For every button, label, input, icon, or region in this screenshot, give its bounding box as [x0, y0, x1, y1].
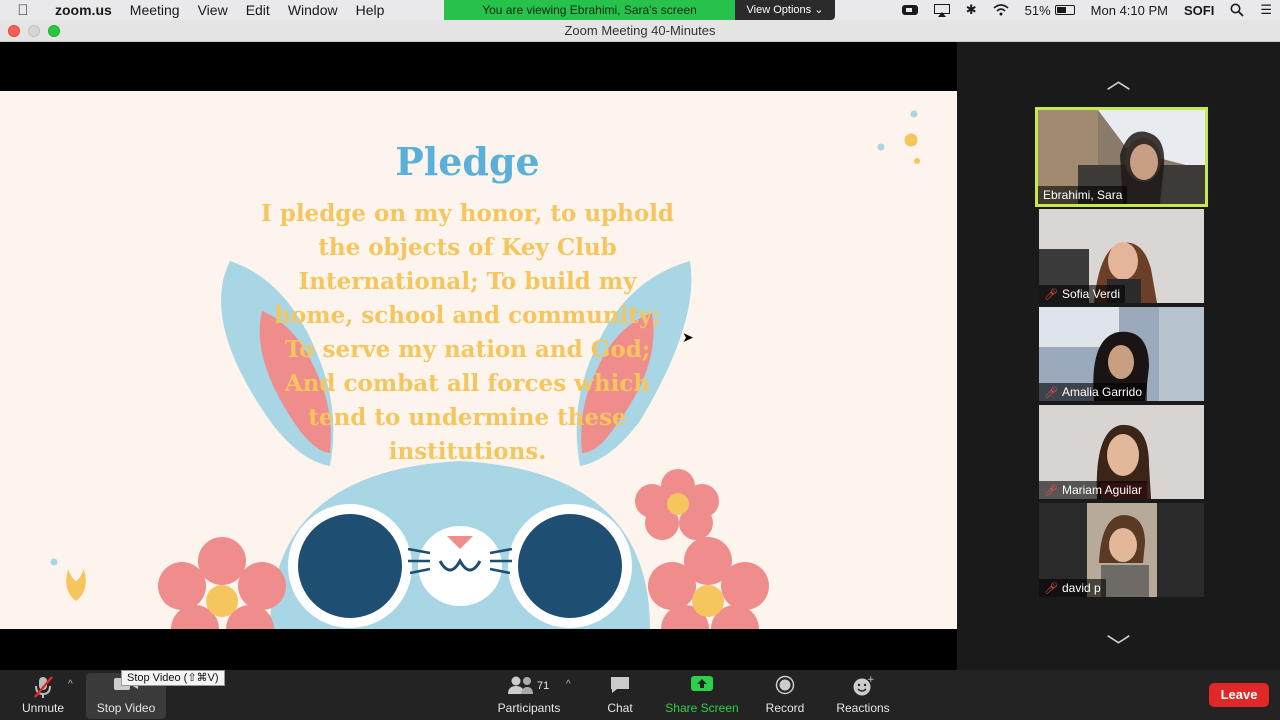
airplay-icon[interactable]	[933, 3, 950, 17]
video-tile[interactable]: 🎤︎ Mariam Aguilar	[1039, 405, 1204, 499]
slide-line: To serve my nation and God;	[284, 336, 651, 363]
muted-mic-icon: 🎤︎	[1044, 582, 1058, 595]
apple-icon[interactable]: 	[0, 2, 46, 19]
reactions-label: Reactions	[836, 701, 890, 715]
slide-line: And combat all forces which	[284, 370, 651, 397]
video-tile[interactable]: 🎤︎ Sofia Verdi	[1039, 209, 1204, 303]
stop-video-tooltip: Stop Video (⇧⌘V)	[121, 670, 225, 686]
record-label: Record	[765, 701, 805, 715]
participant-name-tag: 🎤︎ Mariam Aguilar	[1039, 481, 1147, 499]
close-window-button[interactable]	[8, 25, 20, 37]
wifi-icon[interactable]	[993, 4, 1009, 16]
participant-name: david p	[1061, 581, 1101, 595]
zoom-status-icon[interactable]	[901, 4, 918, 16]
menu-app[interactable]: zoom.us	[46, 0, 121, 20]
participants-count: 71	[537, 680, 549, 692]
participants-icon: 71	[507, 675, 551, 701]
slide-line: tend to undermine these	[308, 404, 627, 431]
participants-button[interactable]: 71 Participants	[492, 670, 566, 720]
clock[interactable]: Mon 4:10 PM	[1091, 3, 1168, 18]
muted-mic-icon: 🎤︎	[1044, 288, 1058, 301]
spotlight-search-icon[interactable]	[1230, 3, 1244, 17]
chat-bubble-icon	[609, 675, 631, 701]
chevron-up-icon[interactable]: ︿	[957, 60, 1280, 95]
share-screen-label: Share Screen	[665, 701, 739, 715]
notification-center-icon[interactable]: ☰	[1260, 2, 1272, 18]
participant-name-tag: 🎤︎ david p	[1039, 579, 1106, 597]
audio-options-caret-icon[interactable]: ^	[68, 679, 73, 690]
chat-label: Chat	[607, 701, 633, 715]
chevron-down-icon[interactable]: ﹀	[957, 627, 1280, 662]
participant-name: Amalia Garrido	[1061, 385, 1142, 399]
window-title-bar: Zoom Meeting 40-Minutes	[0, 20, 1280, 42]
stop-video-label: Stop Video	[96, 701, 156, 715]
view-options-label: View Options	[746, 4, 812, 16]
slide-body: I pledge on my honor, to uphold the obje…	[240, 197, 695, 469]
mouse-cursor-icon: ➤	[682, 329, 694, 345]
chevron-down-icon: ⌄	[814, 4, 824, 16]
reactions-button[interactable]: + Reactions	[830, 670, 896, 720]
viewing-banner: You are viewing Ebrahimi, Sara's screen …	[444, 0, 835, 20]
muted-mic-icon	[32, 675, 54, 701]
battery-percent: 51%	[1024, 2, 1051, 18]
participant-name: Mariam Aguilar	[1061, 483, 1142, 497]
menu-edit[interactable]: Edit	[237, 0, 279, 20]
svg-text:+: +	[867, 675, 874, 685]
video-tile[interactable]: 🎤︎ Amalia Garrido	[1039, 307, 1204, 401]
leave-meeting-button[interactable]: Leave	[1209, 683, 1269, 707]
share-screen-button[interactable]: Share Screen	[662, 670, 742, 720]
menu-window[interactable]: Window	[279, 0, 347, 20]
record-icon	[775, 675, 795, 701]
video-tile[interactable]: Ebrahimi, Sara	[1035, 107, 1208, 207]
record-button[interactable]: Record	[758, 670, 812, 720]
participants-label: Participants	[497, 701, 561, 715]
slide-line: the objects of Key Club	[318, 234, 617, 261]
participant-name-tag: 🎤︎ Sofia Verdi	[1039, 285, 1126, 303]
participant-gallery: ︿ Ebrahimi, Sara 🎤︎ Sofia Verdi 🎤︎ Amali…	[957, 42, 1280, 670]
muted-mic-icon: 🎤︎	[1044, 386, 1058, 399]
unmute-label: Unmute	[21, 701, 65, 715]
slide-line: home, school and community;	[274, 302, 661, 329]
menu-help[interactable]: Help	[347, 0, 394, 20]
participants-options-caret-icon[interactable]: ^	[566, 679, 571, 690]
participant-name-tag: 🎤︎ Amalia Garrido	[1039, 383, 1147, 401]
window-title: Zoom Meeting 40-Minutes	[564, 23, 716, 38]
view-options-button[interactable]: View Options ⌄	[735, 0, 835, 20]
slide-line: institutions.	[388, 438, 547, 465]
zoom-window-button[interactable]	[48, 25, 60, 37]
presentation-slide: Pledge I pledge on my honor, to uphold t…	[0, 91, 957, 629]
battery-status[interactable]: 51%	[1025, 3, 1075, 18]
menu-view[interactable]: View	[189, 0, 237, 20]
battery-icon	[1054, 5, 1075, 15]
slide-line: International; To build my	[298, 268, 637, 295]
minimize-window-button[interactable]	[28, 25, 40, 37]
video-tile[interactable]: 🎤︎ david p	[1039, 503, 1204, 597]
shared-screen-area: Pledge I pledge on my honor, to uphold t…	[0, 42, 957, 670]
participant-name: Ebrahimi, Sara	[1043, 188, 1123, 202]
chat-button[interactable]: Chat	[595, 670, 645, 720]
participant-name-tag: Ebrahimi, Sara	[1038, 186, 1128, 204]
window-controls	[8, 25, 60, 37]
muted-mic-icon: 🎤︎	[1044, 484, 1058, 497]
smiley-plus-icon: +	[852, 675, 875, 701]
slide-line: I pledge on my honor, to uphold	[260, 200, 675, 227]
menu-meeting[interactable]: Meeting	[121, 0, 189, 20]
menu-bar-status: ✱ 51% Mon 4:10 PM SOFI ☰	[894, 0, 1280, 20]
slide-title: Pledge	[395, 139, 540, 184]
share-screen-icon	[690, 675, 714, 701]
user-name[interactable]: SOFI	[1184, 3, 1214, 18]
participant-name: Sofia Verdi	[1061, 287, 1121, 301]
unmute-button[interactable]: Unmute	[14, 670, 72, 720]
viewing-banner-text: You are viewing Ebrahimi, Sara's screen	[444, 0, 735, 20]
bluetooth-icon[interactable]: ✱	[966, 2, 977, 18]
